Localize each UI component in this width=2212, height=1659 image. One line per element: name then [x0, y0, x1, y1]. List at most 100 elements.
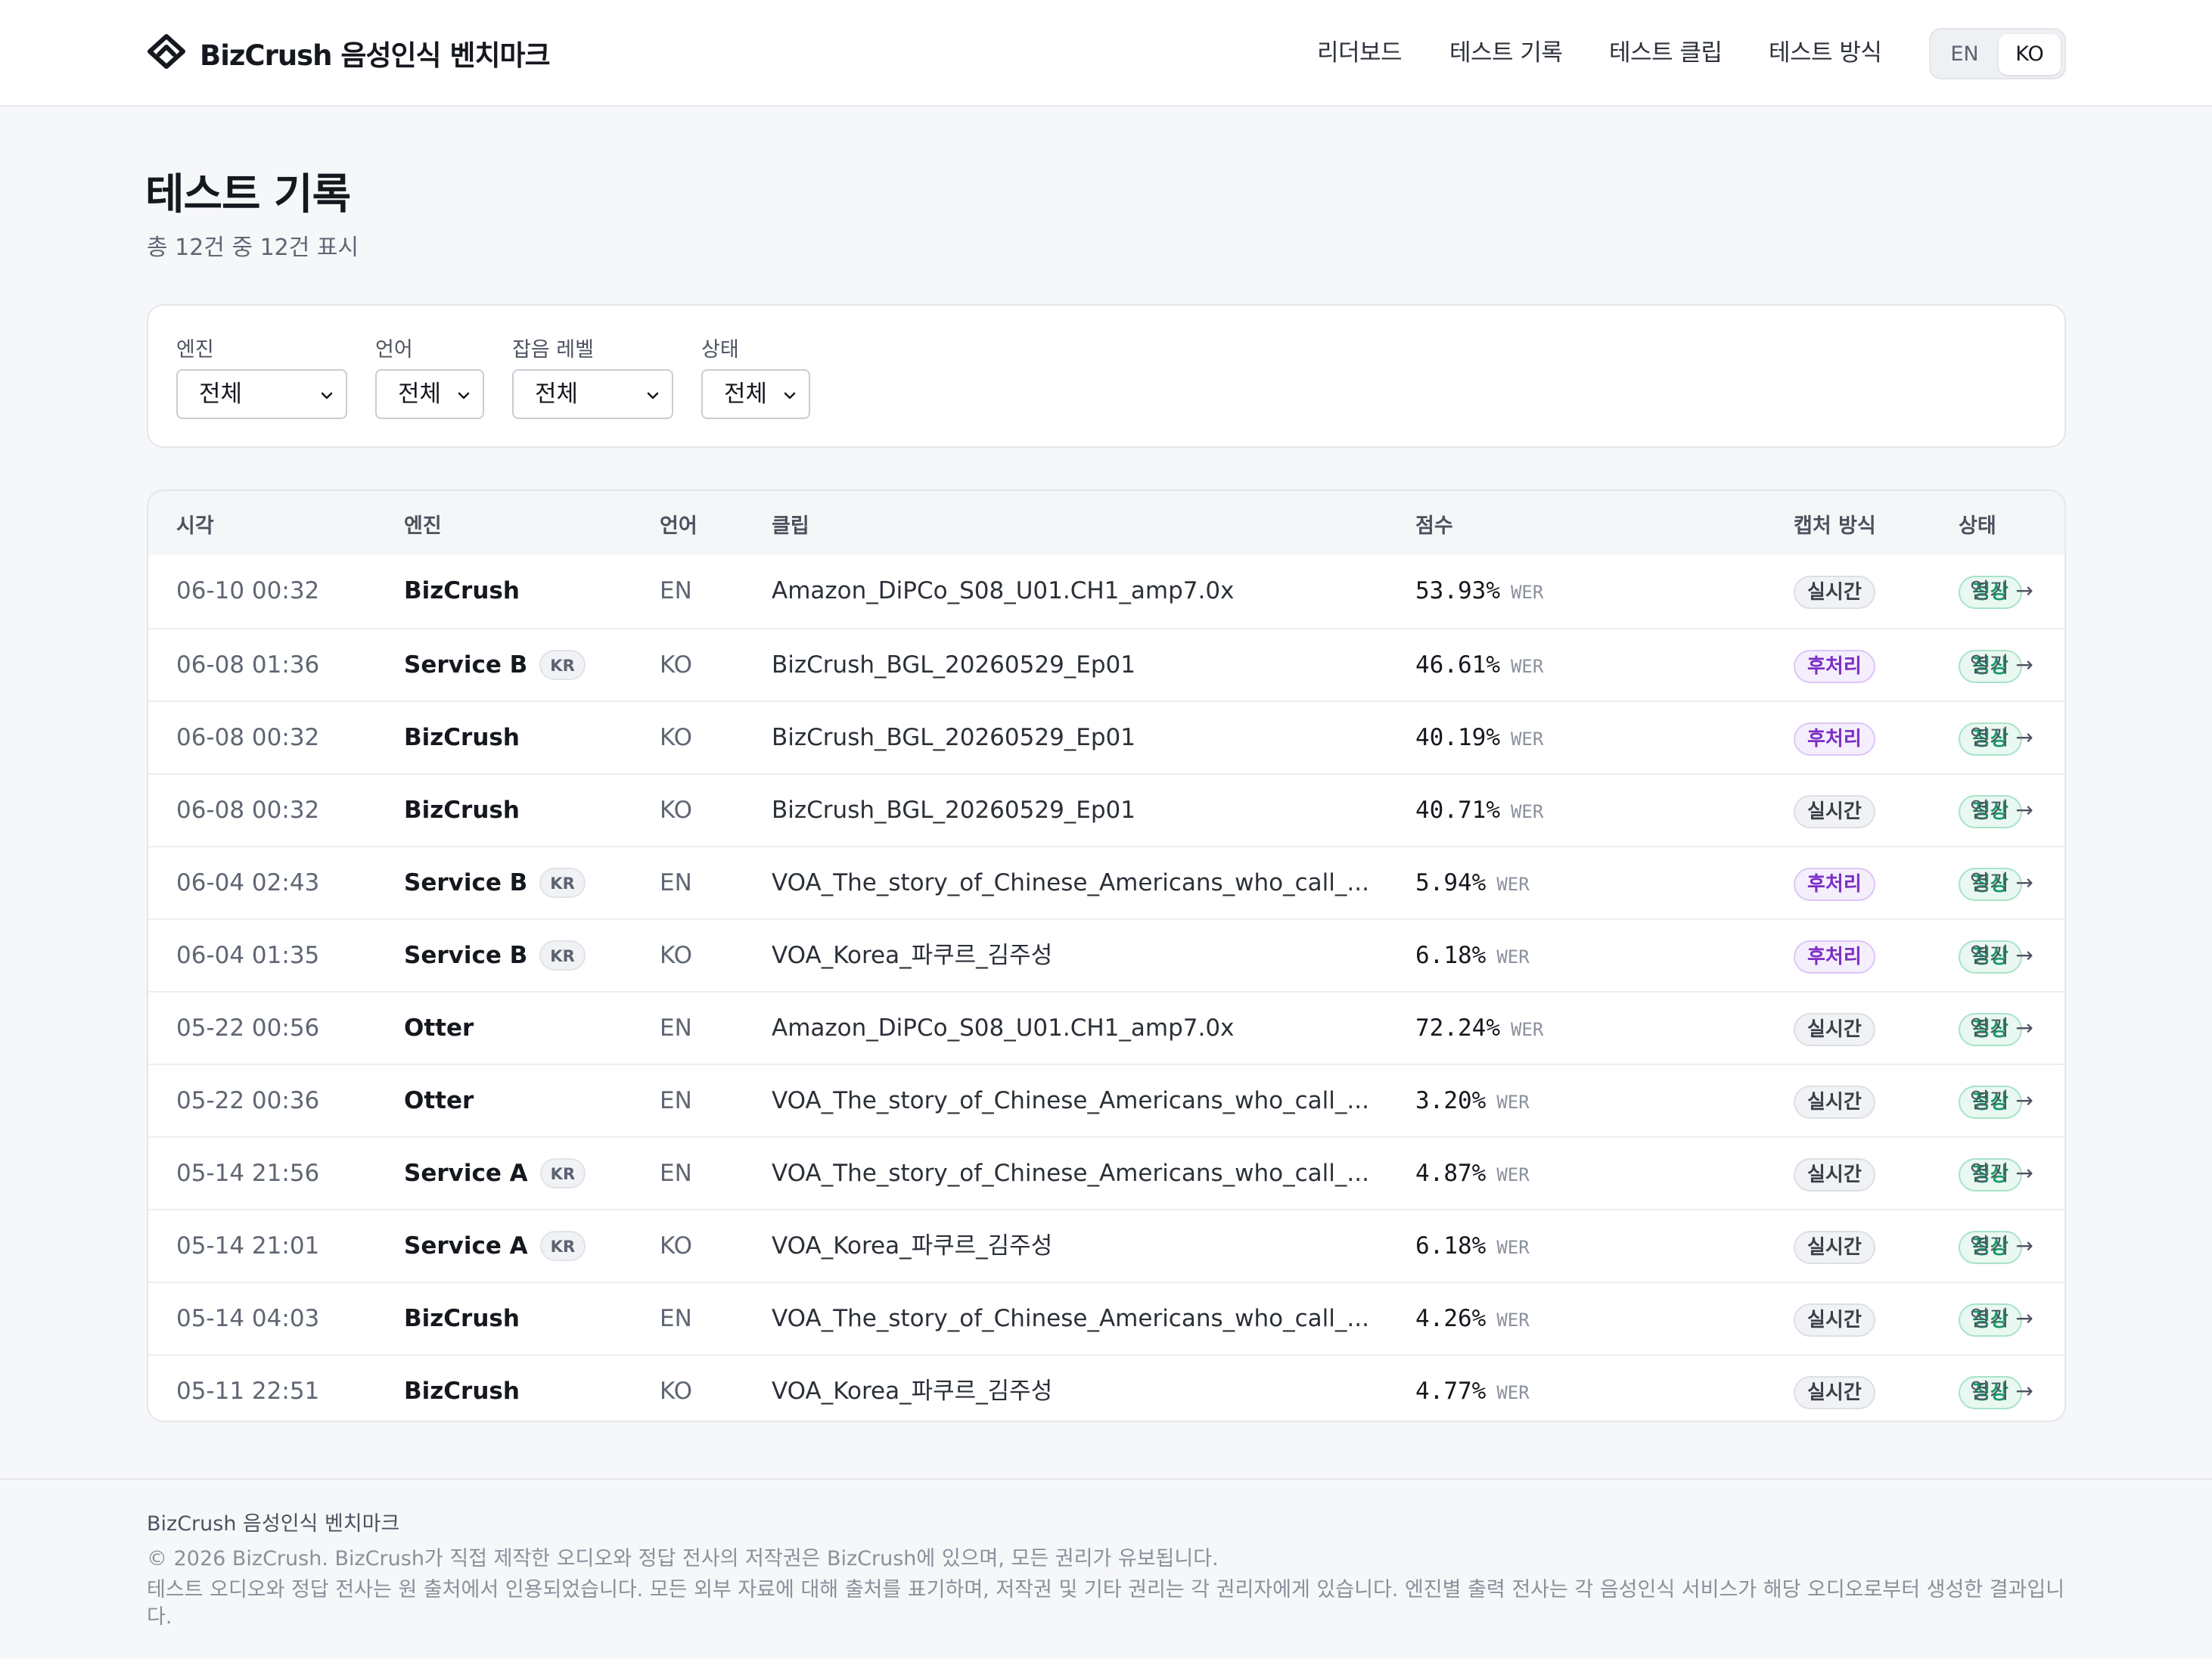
- row-engine-name: BizCrush: [404, 797, 520, 824]
- nav-leaderboard[interactable]: 리더보드: [1317, 33, 1403, 73]
- col-score: 점수: [1415, 514, 1453, 538]
- col-language: 언어: [660, 514, 697, 538]
- row-capture: 실시간: [1794, 775, 1875, 846]
- table-row[interactable]: 06-08 00:32 BizCrush KO BizCrush_BGL_202605…: [148, 773, 2064, 846]
- table-row[interactable]: 06-08 00:32 BizCrush KO BizCrush_BGL_202605…: [148, 701, 2064, 773]
- open-link[interactable]: 열기 →: [1970, 1210, 2033, 1282]
- table-row[interactable]: 06-10 00:32 BizCrush EN Amazon_DiPCo_S08_U0…: [148, 555, 2064, 628]
- open-link[interactable]: 열기 →: [1970, 920, 2033, 991]
- footer-copyright: © 2026 BizCrush. BizCrush가 직접 제작한 오디오와 정…: [147, 1547, 1219, 1570]
- region-badge: KR: [539, 650, 586, 680]
- filter-panel: 엔진 전체 언어 전체 잡음 레벨 전체 상태 전체: [147, 304, 2066, 448]
- row-capture: 실시간: [1794, 555, 1875, 626]
- row-capture: 실시간: [1794, 993, 1875, 1064]
- row-score: 46.61% WER: [1415, 629, 1543, 701]
- filter-noise-select[interactable]: 전체: [512, 369, 673, 419]
- table-row[interactable]: 05-22 00:56 Otter EN Amazon_DiPCo_S08_U01.C…: [148, 991, 2064, 1064]
- open-link[interactable]: 열기 →: [1970, 847, 2033, 918]
- filter-status-select[interactable]: 전체: [701, 369, 810, 419]
- row-language: EN: [660, 1014, 692, 1042]
- row-clip: VOA_Korea_파쿠르_김주성: [772, 1232, 1053, 1260]
- row-score-unit: WER: [1510, 582, 1544, 603]
- row-clip: Amazon_DiPCo_S08_U01.CH1_amp7.0x: [772, 1014, 1235, 1042]
- table-row[interactable]: 05-14 04:03 BizCrush EN VOA_The_story_of_Ch…: [148, 1282, 2064, 1354]
- capture-badge: 실시간: [1794, 576, 1875, 609]
- row-clip: VOA_The_story_of_Chinese_Americans_who_c…: [772, 869, 1369, 896]
- capture-badge: 후처리: [1794, 722, 1875, 756]
- lang-en-button[interactable]: EN: [1935, 34, 1994, 75]
- footer-title: BizCrush 음성인식 벤치마크: [147, 1512, 400, 1536]
- row-engine-name: Service B: [404, 651, 528, 679]
- row-clip: VOA_Korea_파쿠르_김주성: [772, 942, 1053, 969]
- region-badge: KR: [539, 1158, 586, 1188]
- capture-badge: 실시간: [1794, 1086, 1875, 1119]
- col-clip: 클립: [772, 514, 809, 538]
- row-capture: 실시간: [1794, 1356, 1875, 1421]
- open-link[interactable]: 열기 →: [1970, 702, 2033, 773]
- filter-language-label: 언어: [375, 338, 413, 362]
- row-time: 06-10 00:32: [176, 577, 320, 604]
- filter-engine-value: 전체: [199, 381, 243, 408]
- capture-badge: 실시간: [1794, 1231, 1875, 1264]
- table-row[interactable]: 06-04 01:35 Service B KR KO VOA_Korea_파쿠르_김주…: [148, 918, 2064, 991]
- open-link[interactable]: 열기 →: [1970, 1065, 2033, 1136]
- row-language: KO: [660, 942, 693, 969]
- table-row[interactable]: 06-08 01:36 Service B KR KO BizCrush_BGL_202…: [148, 628, 2064, 701]
- row-score-value: 4.77%: [1415, 1378, 1487, 1405]
- row-engine-name: Service A: [404, 1232, 528, 1260]
- col-time: 시각: [176, 514, 214, 538]
- row-score: 5.94% WER: [1415, 847, 1530, 918]
- lang-ko-button[interactable]: KO: [1999, 34, 2061, 75]
- table-row[interactable]: 06-04 02:43 Service B KR EN VOA_The_story_of…: [148, 846, 2064, 918]
- row-score-unit: WER: [1510, 801, 1544, 822]
- row-score: 4.77% WER: [1415, 1356, 1530, 1421]
- table-row[interactable]: 05-11 22:51 BizCrush KO VOA_Korea_파쿠르_김주성 4.…: [148, 1354, 2064, 1421]
- nav-test-method[interactable]: 테스트 방식: [1769, 33, 1882, 73]
- table-row[interactable]: 05-14 21:56 Service A KR EN VOA_The_story_of…: [148, 1136, 2064, 1209]
- open-link[interactable]: 열기 →: [1970, 993, 2033, 1064]
- row-score: 6.18% WER: [1415, 1210, 1530, 1282]
- row-language: EN: [660, 1160, 692, 1187]
- row-score: 40.19% WER: [1415, 702, 1543, 773]
- row-score-value: 72.24%: [1415, 1014, 1500, 1042]
- row-score-unit: WER: [1510, 729, 1544, 750]
- row-engine-name: Service B: [404, 869, 528, 896]
- filter-status-value: 전체: [724, 381, 768, 408]
- open-link[interactable]: 열기 →: [1970, 775, 2033, 846]
- filter-engine-select[interactable]: 전체: [176, 369, 347, 419]
- row-score-value: 40.71%: [1415, 797, 1500, 824]
- chevron-down-icon: [321, 392, 333, 399]
- row-language: KO: [660, 1232, 693, 1260]
- row-time: 05-22 00:36: [176, 1087, 320, 1114]
- row-engine-name: Otter: [404, 1087, 474, 1114]
- row-score-unit: WER: [1496, 1382, 1530, 1403]
- open-link[interactable]: 열기 →: [1970, 1283, 2033, 1354]
- chevron-down-icon: [647, 392, 659, 399]
- row-score-unit: WER: [1496, 1092, 1530, 1113]
- row-language: EN: [660, 1305, 692, 1332]
- row-engine: Service A KR: [404, 1138, 586, 1209]
- open-link[interactable]: 열기 →: [1970, 1138, 2033, 1209]
- page-title: 테스트 기록: [145, 170, 351, 219]
- open-link[interactable]: 열기 →: [1970, 1356, 2033, 1421]
- row-score: 40.71% WER: [1415, 775, 1543, 846]
- open-link[interactable]: 열기 →: [1970, 555, 2033, 626]
- row-score-unit: WER: [1510, 1019, 1544, 1040]
- table-row[interactable]: 05-14 21:01 Service A KR KO VOA_Korea_파쿠르_김주…: [148, 1209, 2064, 1282]
- nav-test-clips[interactable]: 테스트 클립: [1609, 33, 1723, 73]
- row-capture: 실시간: [1794, 1210, 1875, 1282]
- row-time: 06-08 00:32: [176, 724, 320, 751]
- capture-badge: 실시간: [1794, 1013, 1875, 1046]
- row-score-value: 4.87%: [1415, 1160, 1487, 1187]
- capture-badge: 실시간: [1794, 1303, 1875, 1337]
- capture-badge: 후처리: [1794, 650, 1875, 683]
- brand-link[interactable]: BizCrush 음성인식 벤치마크: [145, 33, 551, 73]
- open-link[interactable]: 열기 →: [1970, 629, 2033, 701]
- filter-language-select[interactable]: 전체: [375, 369, 484, 419]
- table-row[interactable]: 05-22 00:36 Otter EN VOA_The_story_of_Chine…: [148, 1064, 2064, 1136]
- row-score: 3.20% WER: [1415, 1065, 1530, 1136]
- nav-test-records[interactable]: 테스트 기록: [1449, 33, 1563, 73]
- row-capture: 후처리: [1794, 847, 1875, 918]
- footer-notice: 테스트 오디오와 정답 전사는 원 출처에서 인용되었습니다. 모든 외부 자료…: [147, 1578, 2065, 1629]
- row-engine: Service A KR: [404, 1210, 586, 1282]
